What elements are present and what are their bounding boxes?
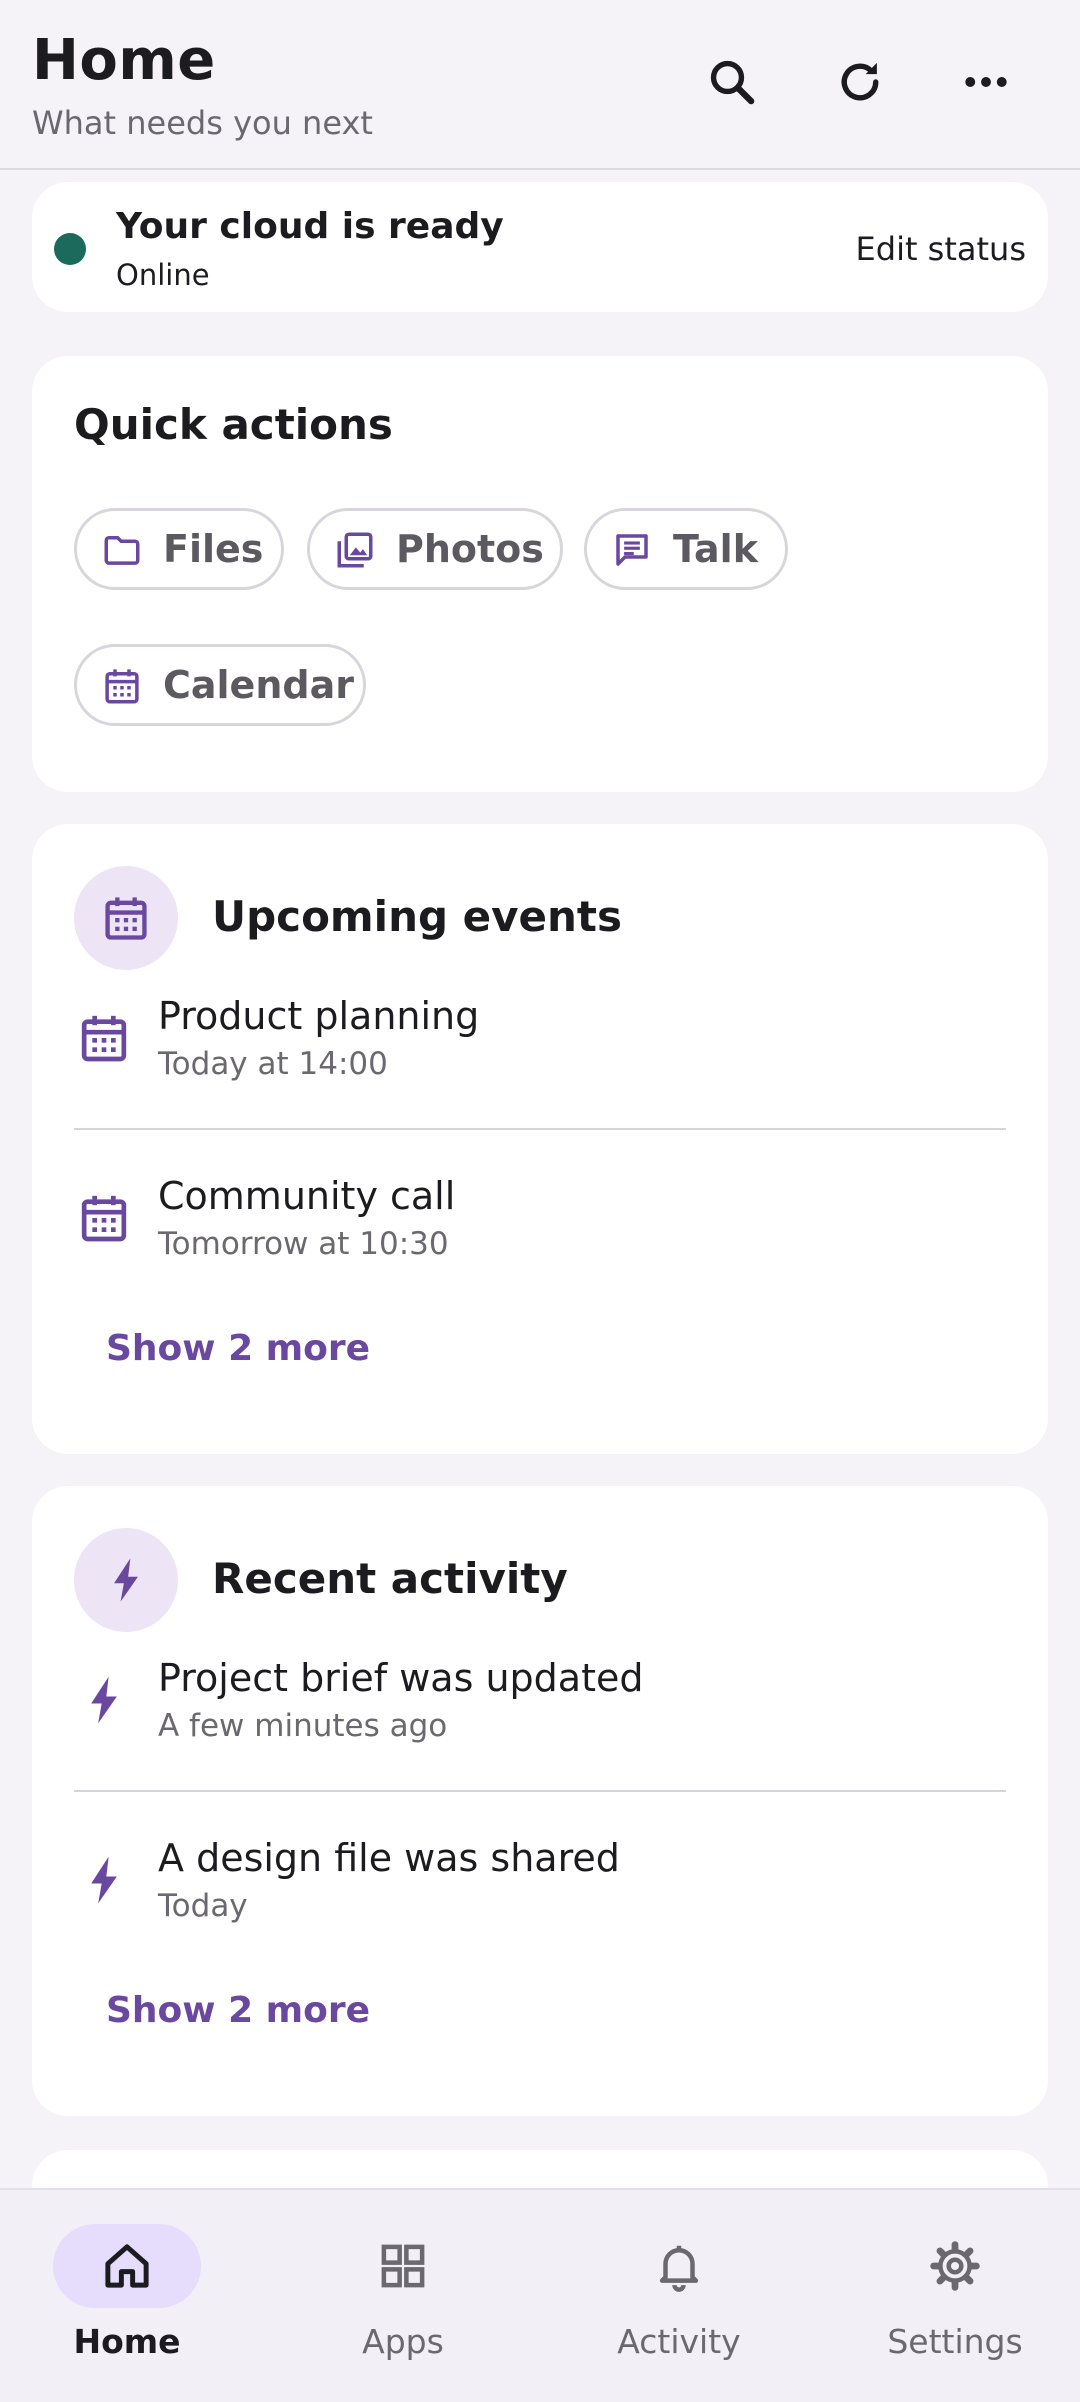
divider — [74, 1128, 1006, 1130]
edit-status-button[interactable]: Edit status — [856, 230, 1026, 268]
nav-label: Settings — [887, 2322, 1023, 2361]
bolt-icon — [114, 1558, 138, 1602]
nav-label: Apps — [362, 2322, 444, 2361]
quick-actions-title: Quick actions — [74, 400, 393, 449]
activity-title: Project brief was updated — [158, 1656, 644, 1700]
photos-chip-label: Photos — [396, 527, 544, 571]
calendar-chip-label: Calendar — [163, 663, 354, 707]
nav-active-indicator — [53, 2224, 201, 2308]
talk-chip[interactable]: Talk — [584, 508, 788, 590]
page-subtitle: What needs you next — [32, 104, 373, 142]
photos-icon — [337, 532, 373, 568]
events-show-more-button[interactable]: Show 2 more — [106, 1328, 370, 1369]
status-state: Online — [116, 258, 210, 292]
bolt-icon — [91, 1676, 117, 1724]
calendar-icon — [81, 1015, 127, 1062]
more-options-button[interactable] — [944, 40, 1028, 124]
top-app-bar: Home What needs you next — [0, 0, 1080, 170]
bottom-navigation: Home Apps Activity Settings — [0, 2188, 1080, 2402]
activity-section-icon — [74, 1528, 178, 1632]
chat-icon — [616, 534, 648, 566]
nav-item-settings[interactable]: Settings — [828, 2190, 1080, 2402]
home-icon — [105, 2244, 149, 2288]
refresh-icon — [841, 62, 879, 101]
activity-title: A design file was shared — [158, 1836, 620, 1880]
status-title: Your cloud is ready — [116, 206, 504, 247]
files-chip-label: Files — [163, 527, 264, 571]
talk-chip-label: Talk — [673, 527, 758, 571]
nav-item-activity[interactable]: Activity — [552, 2190, 822, 2402]
files-chip[interactable]: Files — [74, 508, 284, 590]
nav-label: Home — [73, 2322, 181, 2361]
calendar-icon — [81, 1195, 127, 1242]
search-icon — [710, 60, 755, 105]
bell-icon — [659, 2245, 699, 2292]
nav-item-home[interactable]: Home — [0, 2190, 270, 2402]
divider — [74, 1790, 1006, 1792]
events-section-title: Upcoming events — [212, 892, 622, 941]
gear-icon — [930, 2241, 980, 2291]
nav-icon-container — [329, 2224, 477, 2308]
more-icon — [965, 77, 1007, 87]
event-time: Tomorrow at 10:30 — [158, 1226, 449, 1262]
online-status-dot — [54, 233, 86, 265]
activity-show-more-button[interactable]: Show 2 more — [106, 1990, 370, 2031]
nav-label: Activity — [617, 2322, 741, 2361]
apps-icon — [381, 2244, 425, 2288]
activity-time: A few minutes ago — [158, 1708, 448, 1744]
event-title: Community call — [158, 1174, 456, 1218]
quick-actions-card: Quick actions Files Photos Talk Calendar — [32, 356, 1048, 792]
upcoming-events-card: Upcoming events Product planning Today a… — [32, 824, 1048, 1454]
photos-chip[interactable]: Photos — [307, 508, 563, 590]
recent-activity-card: Recent activity Project brief was update… — [32, 1486, 1048, 2116]
status-card: Your cloud is ready Online Edit status — [32, 182, 1048, 312]
events-section-icon — [74, 866, 178, 970]
folder-icon — [104, 536, 140, 565]
bolt-icon — [91, 1856, 117, 1904]
nav-item-apps[interactable]: Apps — [276, 2190, 546, 2402]
event-title: Product planning — [158, 994, 480, 1038]
page-title: Home — [32, 28, 216, 93]
activity-time: Today — [158, 1888, 248, 1924]
refresh-button[interactable] — [818, 40, 902, 124]
event-time: Today at 14:00 — [158, 1046, 388, 1082]
search-button[interactable] — [690, 40, 774, 124]
nav-icon-container — [605, 2224, 753, 2308]
calendar-icon — [105, 669, 139, 704]
activity-section-title: Recent activity — [212, 1554, 568, 1603]
calendar-icon — [105, 897, 147, 940]
calendar-chip[interactable]: Calendar — [74, 644, 366, 726]
nav-icon-container — [881, 2224, 1029, 2308]
